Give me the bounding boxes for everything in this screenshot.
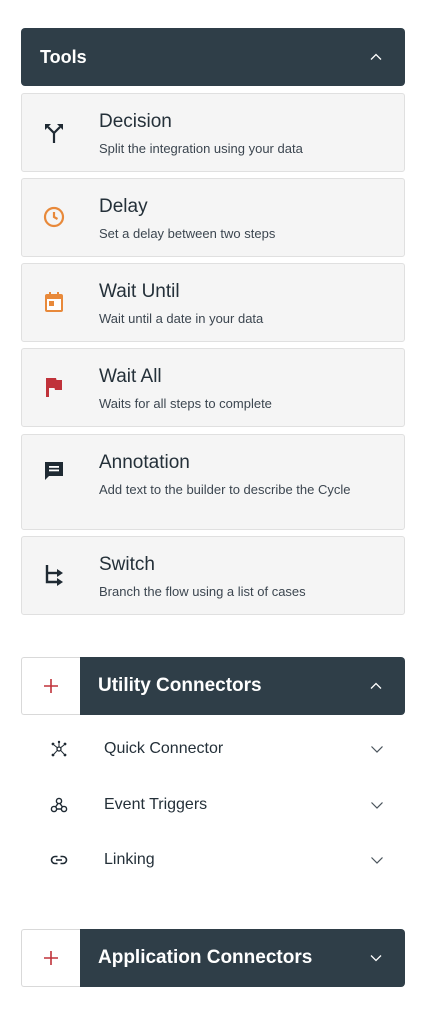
tool-annotation[interactable]: Annotation Add text to the builder to de… xyxy=(21,434,405,530)
chevron-down-icon[interactable] xyxy=(369,951,383,965)
tool-desc: Waits for all steps to complete xyxy=(99,396,272,411)
chevron-down-icon[interactable] xyxy=(370,742,384,756)
chevron-down-icon[interactable] xyxy=(370,853,384,867)
tool-wait-all[interactable]: Wait All Waits for all steps to complete xyxy=(21,348,405,427)
plus-icon xyxy=(44,679,58,693)
utility-connectors-bar[interactable]: Utility Connectors xyxy=(80,657,405,715)
hub-icon xyxy=(51,740,67,757)
tool-name: Delay xyxy=(99,196,148,217)
application-connectors-bar[interactable]: Application Connectors xyxy=(80,929,405,987)
calendar-icon xyxy=(45,292,63,312)
tool-desc: Split the integration using your data xyxy=(99,141,303,156)
link-icon xyxy=(50,855,68,865)
connector-linking[interactable]: Linking xyxy=(21,840,405,880)
comment-icon xyxy=(45,462,63,480)
tool-desc: Branch the flow using a list of cases xyxy=(99,584,306,599)
webhook-icon xyxy=(50,797,68,813)
flag-icon xyxy=(46,378,62,397)
tool-name: Annotation xyxy=(99,452,190,473)
utility-connectors-title: Utility Connectors xyxy=(98,675,262,696)
tool-switch[interactable]: Switch Branch the flow using a list of c… xyxy=(21,536,405,615)
tool-desc: Set a delay between two steps xyxy=(99,226,276,241)
add-utility-connector-button[interactable] xyxy=(21,657,80,715)
chevron-up-icon[interactable] xyxy=(369,50,383,64)
tool-desc: Add text to the builder to describe the … xyxy=(99,482,351,497)
branch-arrow-icon xyxy=(45,565,63,586)
tool-decision[interactable]: Decision Split the integration using you… xyxy=(21,93,405,172)
tools-title: Tools xyxy=(40,46,87,67)
connector-label: Quick Connector xyxy=(104,740,224,757)
add-application-connector-button[interactable] xyxy=(21,929,80,987)
tool-desc: Wait until a date in your data xyxy=(99,311,264,326)
connector-label: Event Triggers xyxy=(104,796,208,813)
tool-wait-until[interactable]: Wait Until Wait until a date in your dat… xyxy=(21,263,405,342)
tool-name: Wait Until xyxy=(99,281,180,302)
application-connectors-header[interactable]: Application Connectors xyxy=(21,929,405,987)
split-arrows-icon xyxy=(45,124,63,143)
tools-header[interactable]: Tools xyxy=(21,28,405,86)
application-connectors-title: Application Connectors xyxy=(98,947,313,968)
connector-event-triggers[interactable]: Event Triggers xyxy=(21,785,405,825)
connector-quick-connector[interactable]: Quick Connector xyxy=(21,729,405,769)
plus-icon xyxy=(44,951,58,965)
chevron-down-icon[interactable] xyxy=(370,798,384,812)
tool-name: Decision xyxy=(99,111,172,132)
chevron-up-icon[interactable] xyxy=(369,679,383,693)
connector-label: Linking xyxy=(104,851,155,868)
clock-icon xyxy=(43,206,65,228)
utility-connectors-header[interactable]: Utility Connectors xyxy=(21,657,405,715)
tool-name: Switch xyxy=(99,554,155,575)
tool-delay[interactable]: Delay Set a delay between two steps xyxy=(21,178,405,257)
tool-name: Wait All xyxy=(99,366,162,387)
